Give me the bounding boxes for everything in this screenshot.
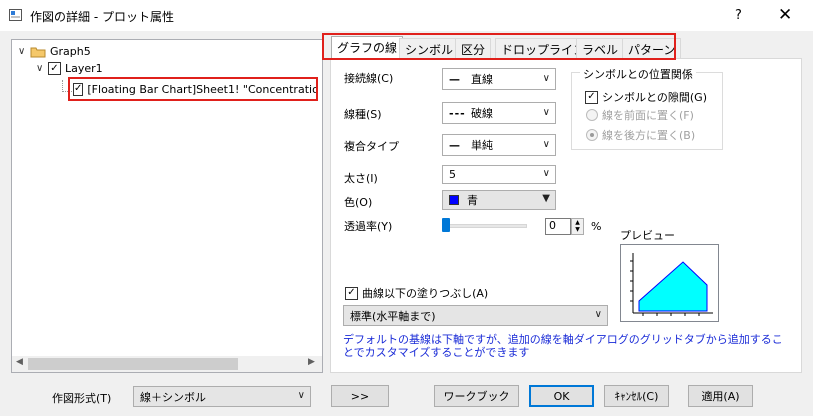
plot-type-value: 線＋シンボル xyxy=(140,390,206,404)
color-select[interactable]: 青 ▼ xyxy=(442,190,556,210)
tabs-highlight xyxy=(322,33,676,60)
width-label: 太さ(I) xyxy=(344,172,378,185)
compound-value: 単純 xyxy=(471,139,493,152)
connect-value: 直線 xyxy=(471,73,493,86)
line-back-option[interactable]: 線を後方に置く(B) xyxy=(586,127,695,143)
folder-icon xyxy=(30,46,46,58)
line-style-value: 破線 xyxy=(471,107,493,120)
width-select[interactable]: 5 ∨ xyxy=(442,165,556,184)
tree-label-layer: Layer1 xyxy=(65,62,103,75)
plot-type-select[interactable]: 線＋シンボル ∨ xyxy=(133,386,311,407)
cancel-button[interactable]: ｷｬﾝｾﾙ(C) xyxy=(604,385,669,407)
color-swatch xyxy=(449,195,459,205)
fill-under-label: 曲線以下の塗りつぶし(A) xyxy=(362,287,489,300)
baseline-note: デフォルトの基線は下軸ですが、追加の線を軸ダイアログのグリッドタブから追加するこ… xyxy=(343,333,783,359)
preview-label: プレビュー xyxy=(620,229,675,242)
style-label: 線種(S) xyxy=(344,108,382,121)
scroll-left-icon[interactable]: ◀ xyxy=(16,357,23,367)
fill-mode-value: 標準(水平軸まで) xyxy=(350,309,436,323)
help-button[interactable]: ? xyxy=(735,8,742,23)
width-value: 5 xyxy=(449,168,456,181)
apply-button[interactable]: 適用(A) xyxy=(688,385,753,407)
color-value: 青 xyxy=(467,194,478,207)
connect-label: 接続線(C) xyxy=(344,72,394,85)
transparency-slider-track[interactable] xyxy=(445,224,527,228)
dash-line-icon: --- xyxy=(449,106,466,120)
transparency-spinner[interactable]: ▲ ▼ xyxy=(571,218,584,235)
line-back-label: 線を後方に置く(B) xyxy=(602,129,696,142)
plot-tree[interactable]: ∨ Graph5 ∨ ✓ Layer1 ✓ [Floating Bar Char… xyxy=(11,39,323,373)
preview-graphic xyxy=(630,253,713,316)
compound-select[interactable]: — 単純 ∨ xyxy=(442,134,556,156)
compound-label: 複合タイプ xyxy=(344,140,399,153)
symbol-group-title: シンボルとの位置関係 xyxy=(580,66,696,82)
chevron-down-icon[interactable]: ∨ xyxy=(18,46,30,57)
chevron-down-icon: ∨ xyxy=(297,390,305,401)
window-title: 作図の詳細 - プロット属性 xyxy=(30,10,174,24)
connect-select[interactable]: — 直線 ∨ xyxy=(442,68,556,90)
line-front-option[interactable]: 線を前面に置く(F) xyxy=(586,107,694,123)
color-label: 色(O) xyxy=(344,196,373,209)
expand-button[interactable]: >> xyxy=(331,385,389,407)
tree-horizontal-scrollbar[interactable]: ◀ ▶ xyxy=(12,356,322,372)
tree-label-plot: [Floating Bar Chart]Sheet1! "Concentrati… xyxy=(87,82,318,96)
scroll-right-icon[interactable]: ▶ xyxy=(308,357,315,367)
close-button[interactable]: ✕ xyxy=(778,5,792,25)
symbol-gap-checkbox[interactable]: ✓ xyxy=(585,90,598,104)
layer-checkbox[interactable]: ✓ xyxy=(48,62,61,75)
symbol-gap-label: シンボルとの隙間(G) xyxy=(602,91,707,104)
fill-mode-select[interactable]: 標準(水平軸まで) ∨ xyxy=(343,305,608,326)
chevron-down-icon: ∨ xyxy=(542,73,550,84)
tree-item-layer[interactable]: ∨ ✓ Layer1 xyxy=(36,62,103,75)
ok-button[interactable]: OK xyxy=(529,385,594,407)
workbook-button[interactable]: ワークブック xyxy=(434,385,519,407)
tree-item-plot[interactable]: ✓ [Floating Bar Chart]Sheet1! "Concentra… xyxy=(68,77,318,101)
plot-type-label: 作図形式(T) xyxy=(52,392,112,405)
fill-under-checkbox[interactable]: ✓ xyxy=(345,286,358,300)
line-front-label: 線を前面に置く(F) xyxy=(602,109,694,122)
preview-area xyxy=(620,244,719,322)
tree-item-graph[interactable]: ∨ Graph5 xyxy=(18,45,91,58)
triangle-down-icon: ▼ xyxy=(542,193,550,204)
chevron-down-icon[interactable]: ∨ xyxy=(36,63,48,74)
symbol-gap-option[interactable]: ✓ シンボルとの隙間(G) xyxy=(585,89,707,105)
scrollbar-thumb[interactable] xyxy=(28,358,238,370)
chevron-down-icon: ∨ xyxy=(542,139,550,150)
line-front-radio[interactable] xyxy=(586,109,598,121)
window-icon xyxy=(9,9,22,21)
transparency-label: 透過率(Y) xyxy=(344,220,393,233)
chevron-down-icon: ∨ xyxy=(542,168,550,179)
plot-checkbox[interactable]: ✓ xyxy=(73,82,84,96)
chevron-down-icon: ∨ xyxy=(542,107,550,118)
fill-under-option[interactable]: ✓ 曲線以下の塗りつぶし(A) xyxy=(345,285,488,301)
transparency-input[interactable]: 0 xyxy=(545,218,571,235)
transparency-slider-thumb[interactable] xyxy=(442,218,450,232)
line-back-radio[interactable] xyxy=(586,129,598,141)
percent-label: % xyxy=(591,220,602,233)
solid-line-icon: — xyxy=(449,72,460,86)
line-style-select[interactable]: --- 破線 ∨ xyxy=(442,102,556,124)
chevron-down-icon: ∨ xyxy=(594,309,602,320)
solid-line-icon: — xyxy=(449,138,460,152)
tree-label-graph: Graph5 xyxy=(50,45,91,58)
